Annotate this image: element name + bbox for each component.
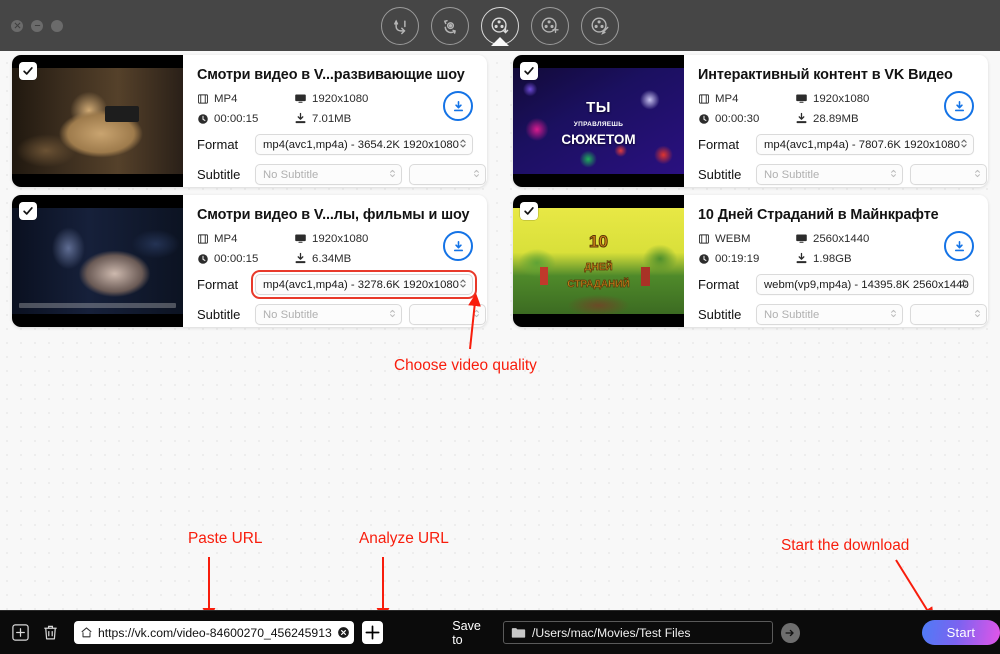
annotation-start-the-download: Start the download bbox=[781, 537, 909, 555]
save-path-value: /Users/mac/Movies/Test Files bbox=[532, 626, 690, 640]
delete-button[interactable] bbox=[41, 623, 60, 642]
select-video-checkbox[interactable] bbox=[520, 202, 538, 220]
arrow-start-the-download bbox=[896, 560, 929, 613]
select-video-checkbox[interactable] bbox=[19, 202, 37, 220]
save-to-label: Save to bbox=[452, 619, 492, 647]
url-value: https://vk.com/video-84600270_456245913 bbox=[98, 626, 332, 640]
select-video-checkbox[interactable] bbox=[520, 62, 538, 80]
annotation-paste-url: Paste URL bbox=[188, 530, 262, 548]
url-input[interactable]: https://vk.com/video-84600270_456245913 bbox=[74, 621, 354, 644]
analyze-url-button[interactable] bbox=[362, 621, 383, 644]
app-window: Смотри видео в V...развивающие шоу MP4 1… bbox=[0, 0, 1000, 654]
clear-url-button[interactable] bbox=[337, 626, 350, 639]
clear-circle-icon bbox=[337, 626, 350, 639]
bottom-toolbar: https://vk.com/video-84600270_456245913 … bbox=[0, 610, 1000, 654]
home-icon bbox=[80, 626, 93, 639]
add-file-icon bbox=[11, 623, 30, 642]
arrow-right-icon bbox=[784, 627, 796, 639]
trash-icon bbox=[41, 623, 60, 642]
select-video-checkbox[interactable] bbox=[19, 62, 37, 80]
annotation-arrows bbox=[0, 0, 1000, 654]
save-path-input[interactable]: /Users/mac/Movies/Test Files bbox=[503, 621, 773, 644]
open-folder-button[interactable] bbox=[781, 623, 800, 643]
add-file-button[interactable] bbox=[11, 623, 30, 642]
annotation-choose-video-quality: Choose video quality bbox=[394, 357, 537, 375]
plus-icon bbox=[364, 624, 381, 641]
start-download-button[interactable]: Start bbox=[922, 620, 1000, 645]
arrow-choose-video-quality bbox=[470, 302, 475, 349]
folder-icon bbox=[511, 626, 526, 639]
annotation-analyze-url: Analyze URL bbox=[359, 530, 449, 548]
